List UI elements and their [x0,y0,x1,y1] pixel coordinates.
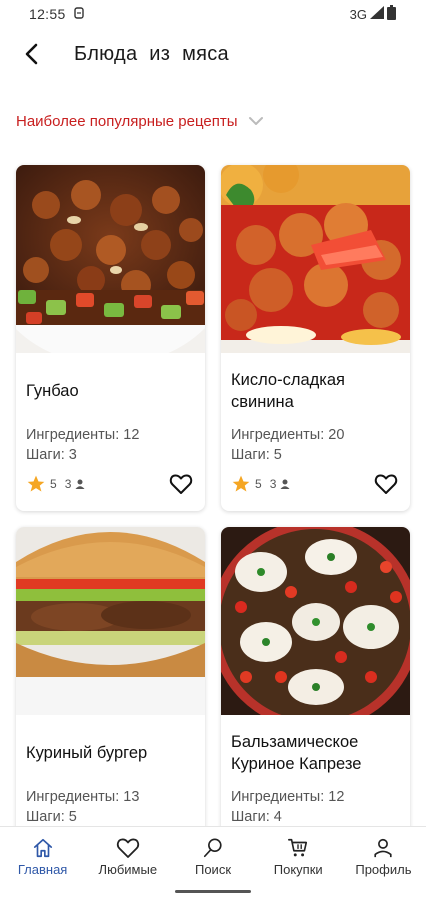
recipe-title: Кисло-сладкая свинина [231,371,345,411]
profile-icon [374,838,393,858]
nav-label: Любимые [98,862,158,877]
battery-icon [387,5,396,23]
favorite-button[interactable] [169,473,193,495]
rating: 5 3 [26,474,86,494]
recipe-meta: Ингредиенты: 12 Шаги: 4 [231,787,400,827]
home-indicator[interactable] [175,890,251,893]
back-button[interactable] [12,36,52,72]
recipe-meta: Ингредиенты: 12 Шаги: 3 [26,425,195,465]
recipe-ingredients: Ингредиенты: 12 [26,427,140,443]
person-icon [74,478,86,490]
recipe-card-footer: 5 3 [231,473,398,495]
recipe-title: Куриный бургер [26,744,148,762]
recipe-steps: Шаги: 5 [26,809,77,825]
star-icon [27,475,45,492]
recipe-meta: Ингредиенты: 13 Шаги: 5 [26,787,195,827]
recipe-steps: Шаги: 4 [231,809,282,825]
recipe-card-body: Гунбао Ингредиенты: 12 Шаги: 3 5 3 [16,353,205,511]
bottom-nav: Главная Любимые Поиск Покупки Профиль [0,826,426,900]
person-icon [279,478,291,490]
search-icon [203,838,222,858]
status-bar: 12:55 3G [0,0,426,28]
back-arrow-icon [25,43,38,65]
recipe-steps: Шаги: 3 [26,447,77,463]
heart-outline-icon [374,474,398,494]
heart-icon [116,838,139,858]
recipe-card[interactable]: Гунбао Ингредиенты: 12 Шаги: 3 5 3 [16,165,205,511]
nav-item-favorites[interactable]: Любимые [85,827,170,900]
recipe-image [221,165,410,353]
star-icon [232,475,250,492]
sort-dropdown[interactable]: Наиболее популярные рецепты [16,110,264,132]
home-icon [33,838,52,858]
recipe-image [221,527,410,715]
recipe-image [16,165,205,353]
recipe-title: Бальзамическое Куриное Капрезе [231,733,362,773]
recipe-card[interactable]: Куриный бургер Ингредиенты: 13 Шаги: 5 [16,527,205,873]
nav-item-profile[interactable]: Профиль [341,827,426,900]
app-header: Блюда из мяса [0,36,426,72]
rating: 5 3 [231,474,291,494]
heart-outline-icon [169,474,193,494]
rating-count: 3 [64,477,72,491]
recipe-card[interactable]: Кисло-сладкая свинина Ингредиенты: 20 Ша… [221,165,410,511]
nav-item-shopping[interactable]: Покупки [256,827,341,900]
recipe-ingredients: Ингредиенты: 13 [26,789,140,805]
nav-label: Поиск [194,862,232,877]
nav-item-home[interactable]: Главная [0,827,85,900]
recipe-ingredients: Ингредиенты: 20 [231,427,345,443]
sync-icon [73,6,84,22]
sort-dropdown-label: Наиболее популярные рецепты [16,112,238,130]
recipe-ingredients: Ингредиенты: 12 [231,789,345,805]
recipe-card-footer: 5 3 [26,473,193,495]
status-right: 3G [350,5,396,23]
nav-label: Главная [17,862,68,877]
rating-value: 5 [50,477,57,491]
signal-icon [370,6,384,22]
cart-icon [288,838,308,857]
favorite-button[interactable] [374,473,398,495]
nav-label: Профиль [355,862,412,877]
page-title: Блюда из мяса [74,42,229,65]
rating-count: 3 [269,477,277,491]
status-time: 12:55 [29,6,66,22]
recipe-card-body: Кисло-сладкая свинина Ингредиенты: 20 Ша… [221,353,410,511]
chevron-down-icon [248,116,264,126]
recipe-meta: Ингредиенты: 20 Шаги: 5 [231,425,400,465]
rating-value: 5 [255,477,262,491]
recipe-card[interactable]: Бальзамическое Куриное Капрезе Ингредиен… [221,527,410,873]
nav-label: Покупки [273,862,323,877]
recipe-title: Гунбао [26,382,79,400]
network-type: 3G [349,6,367,22]
recipe-image [16,527,205,715]
recipe-steps: Шаги: 5 [231,447,282,463]
